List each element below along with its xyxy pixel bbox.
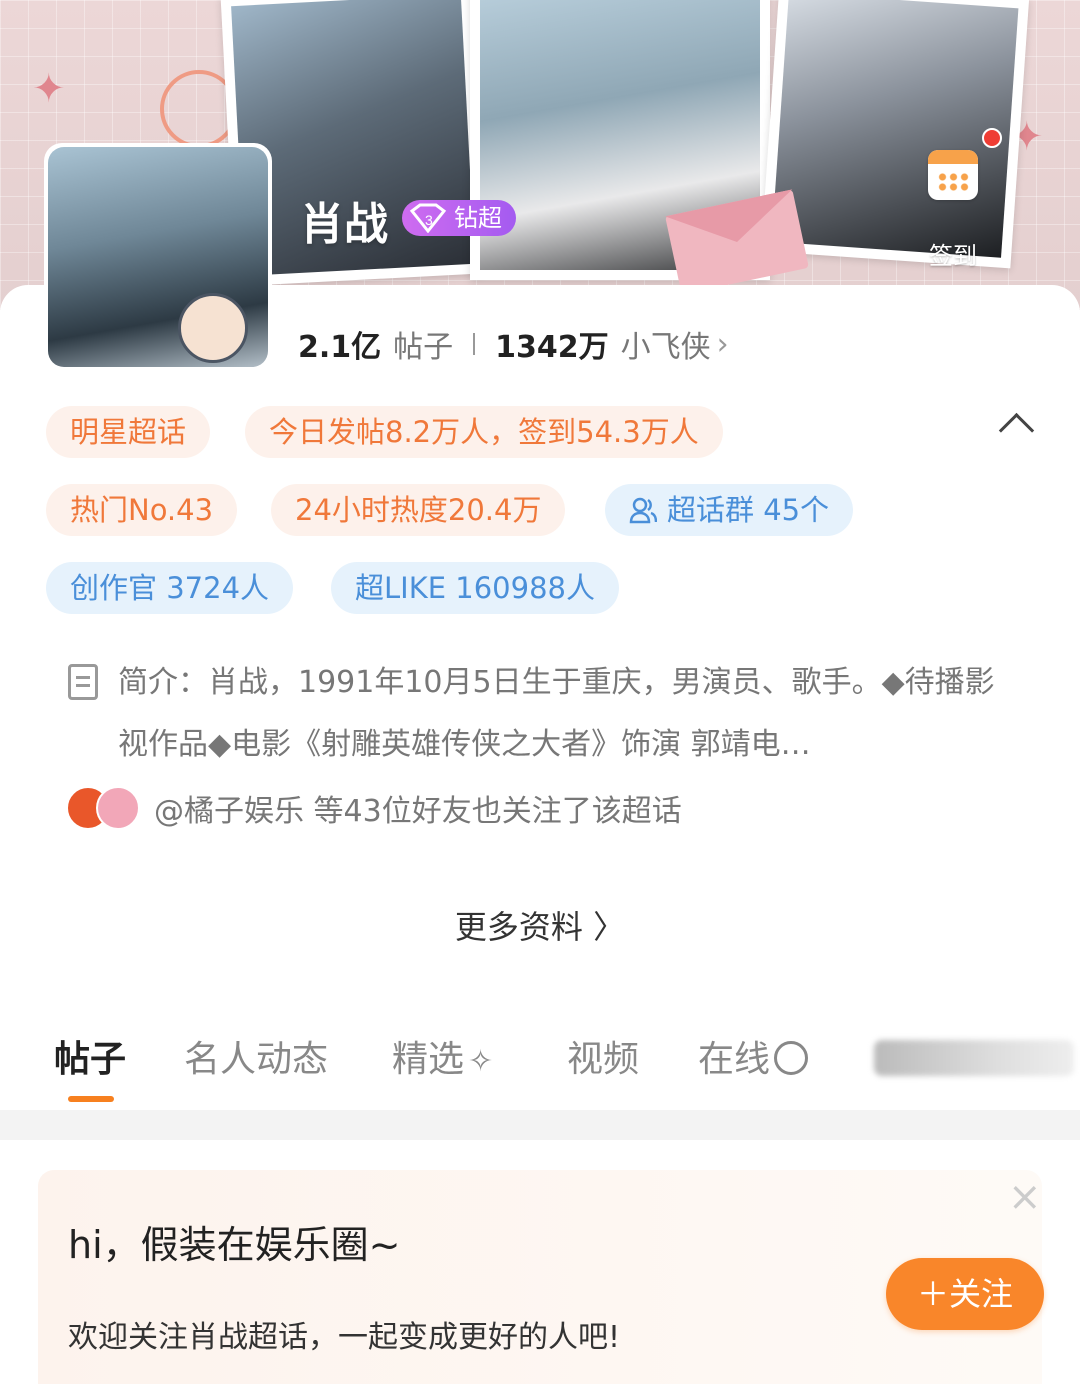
chibi-sticker [178, 293, 248, 363]
friend-avatar [96, 786, 140, 830]
checkin-label: 签到 [929, 242, 977, 270]
calendar-icon [928, 150, 978, 200]
chip-rank[interactable]: 热门No.43 [46, 484, 238, 536]
tab-featured[interactable]: 精选 ✧ [392, 1030, 493, 1082]
stats-row: 2.1亿 帖子 1342万 小飞侠 › [298, 322, 729, 366]
stats-divider [473, 333, 476, 355]
active-tab-indicator [68, 1096, 114, 1102]
diamond-super-badge[interactable]: 3 钻超 [402, 200, 516, 236]
chip-heat[interactable]: 24小时热度20.4万 [271, 484, 566, 536]
close-icon[interactable]: × [1008, 1174, 1042, 1220]
group-icon [629, 488, 658, 524]
follow-button[interactable]: ＋关注 [886, 1258, 1044, 1330]
chip-groups[interactable]: 超话群 45个 [605, 484, 854, 536]
fans-label[interactable]: 小飞侠 [621, 322, 711, 366]
more-info-link[interactable]: 更多资料 〉 [0, 902, 1080, 948]
document-icon [68, 664, 98, 700]
fans-count[interactable]: 1342万 [495, 322, 609, 366]
chip-today-activity[interactable]: 今日发帖8.2万人，签到54.3万人 [245, 406, 723, 458]
checkin-button[interactable]: 签到 [920, 150, 986, 271]
diamond-icon: 3 [409, 203, 447, 233]
tab-online[interactable]: 在线 [698, 1030, 809, 1082]
posts-count: 2.1亿 [298, 330, 382, 365]
notification-dot [982, 128, 1002, 148]
friends-text: @橘子娱乐 等43位好友也关注了该超话 [154, 794, 682, 829]
friends-following[interactable]: @橘子娱乐 等43位好友也关注了该超话 [66, 786, 682, 830]
svg-text:3: 3 [425, 212, 433, 228]
tab-posts[interactable]: 帖子 [54, 1030, 126, 1082]
welcome-title: hi，假装在娱乐圈~ [68, 1223, 401, 1267]
featured-icon: ✧ [468, 1044, 494, 1079]
chevron-right-icon[interactable]: › [717, 327, 729, 362]
intro-text[interactable]: 简介：肖战，1991年10月5日生于重庆，男演员、歌手。◆待播影视作品◆电影《射… [118, 652, 1018, 776]
section-divider [0, 1110, 1080, 1140]
sparkle-icon: ✦ [32, 66, 66, 112]
smiley-icon [774, 1041, 809, 1075]
tab-videos[interactable]: 视频 [567, 1030, 639, 1082]
posts-label: 帖子 [393, 330, 454, 365]
chip-groups-label: 超话群 45个 [667, 493, 830, 527]
tab-celebrity-news[interactable]: 名人动态 [184, 1030, 328, 1082]
badge-label: 钻超 [454, 204, 502, 232]
chip-super-like[interactable]: 超LIKE 160988人 [331, 562, 619, 614]
tab-overflow-fade [874, 1040, 1074, 1076]
topic-name: 肖战 [300, 199, 388, 250]
chip-creators[interactable]: 创作官 3724人 [46, 562, 294, 614]
avatar[interactable] [48, 147, 268, 367]
chip-category[interactable]: 明星超话 [46, 406, 211, 458]
welcome-subtitle: 欢迎关注肖战超话，一起变成更好的人吧! [68, 1320, 621, 1355]
